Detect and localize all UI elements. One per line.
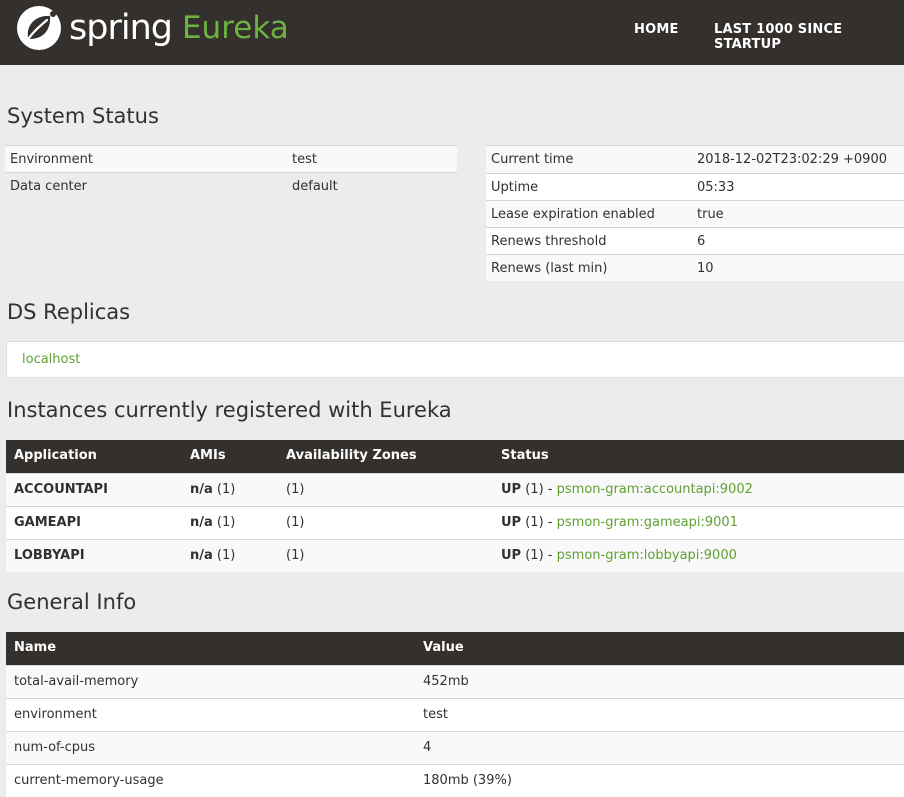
zones-cell: (1) bbox=[286, 515, 305, 530]
table-row: environment test bbox=[6, 698, 904, 731]
info-name: current-memory-usage bbox=[14, 773, 164, 788]
status-count: (1) - bbox=[525, 482, 553, 497]
nav-home-link[interactable]: HOME bbox=[634, 22, 679, 37]
instance-link[interactable]: psmon-gram:accountapi:9002 bbox=[557, 482, 753, 497]
zones-cell: (1) bbox=[286, 548, 305, 563]
instances-heading: Instances currently registered with Eure… bbox=[7, 398, 452, 422]
status-key: Renews threshold bbox=[491, 234, 607, 249]
table-header: Name Value bbox=[6, 632, 904, 665]
status-value: 05:33 bbox=[697, 180, 735, 195]
status-cell: UP (1) - psmon-gram:accountapi:9002 bbox=[501, 482, 753, 497]
info-value: test bbox=[423, 707, 448, 722]
nav-last-1000-link[interactable]: LAST 1000 SINCE STARTUP bbox=[714, 22, 904, 52]
table-row: Lease expiration enabled true bbox=[486, 200, 904, 227]
status-cell: UP (1) - psmon-gram:lobbyapi:9000 bbox=[501, 548, 737, 563]
status-value: test bbox=[292, 152, 317, 167]
info-name: environment bbox=[14, 707, 97, 722]
table-row: Environment test bbox=[5, 145, 457, 172]
column-header-status: Status bbox=[501, 448, 549, 463]
ami-cell: n/a (1) bbox=[190, 515, 235, 530]
status-value: default bbox=[292, 179, 338, 194]
table-row: num-of-cpus 4 bbox=[6, 731, 904, 764]
status-up: UP bbox=[501, 515, 522, 530]
spring-eureka-logo[interactable]: spring Eureka bbox=[16, 5, 289, 51]
column-header-zones: Availability Zones bbox=[286, 448, 417, 463]
general-info-table: Name Value total-avail-memory 452mb envi… bbox=[6, 632, 904, 797]
table-row: LOBBYAPI n/a (1) (1) UP (1) - psmon-gram… bbox=[6, 539, 904, 572]
ami-count: (1) bbox=[216, 548, 236, 563]
status-count: (1) - bbox=[525, 548, 553, 563]
logo-eureka-text: Eureka bbox=[181, 10, 289, 46]
general-info-heading: General Info bbox=[7, 590, 137, 614]
system-status-right-table: Current time 2018-12-02T23:02:29 +0900 U… bbox=[486, 145, 904, 281]
info-name: num-of-cpus bbox=[14, 740, 95, 755]
ami-cell: n/a (1) bbox=[190, 482, 235, 497]
ds-replicas-heading: DS Replicas bbox=[7, 300, 131, 324]
info-value: 452mb bbox=[423, 674, 469, 689]
column-header-value: Value bbox=[423, 640, 464, 655]
instances-body: ACCOUNTAPI n/a (1) (1) UP (1) - psmon-gr… bbox=[6, 473, 904, 572]
status-value: 2018-12-02T23:02:29 +0900 bbox=[697, 152, 887, 167]
ami-cell: n/a (1) bbox=[190, 548, 235, 563]
replica-link-localhost[interactable]: localhost bbox=[22, 352, 80, 367]
status-value: true bbox=[697, 207, 724, 222]
instances-table: Application AMIs Availability Zones Stat… bbox=[6, 440, 904, 572]
ami-count: (1) bbox=[216, 515, 236, 530]
table-row: Data center default bbox=[5, 172, 457, 199]
status-up: UP bbox=[501, 482, 522, 497]
status-value: 6 bbox=[697, 234, 706, 249]
logo-spring-text: spring bbox=[69, 8, 173, 48]
ami-count: (1) bbox=[216, 482, 236, 497]
column-header-name: Name bbox=[14, 640, 57, 655]
table-row: total-avail-memory 452mb bbox=[6, 665, 904, 698]
table-row: Renews threshold 6 bbox=[486, 227, 904, 254]
spring-leaf-icon bbox=[17, 6, 61, 50]
app-name: LOBBYAPI bbox=[14, 548, 85, 563]
table-row: Renews (last min) 10 bbox=[486, 254, 904, 281]
table-row: ACCOUNTAPI n/a (1) (1) UP (1) - psmon-gr… bbox=[6, 473, 904, 506]
column-header-application: Application bbox=[14, 448, 97, 463]
status-key: Lease expiration enabled bbox=[491, 207, 655, 222]
column-header-amis: AMIs bbox=[190, 448, 226, 463]
system-status-left-table: Environment test Data center default bbox=[5, 145, 457, 199]
top-navbar: spring Eureka HOME LAST 1000 SINCE START… bbox=[0, 0, 904, 65]
status-key: Data center bbox=[10, 179, 87, 194]
status-key: Renews (last min) bbox=[491, 261, 608, 276]
zones-cell: (1) bbox=[286, 482, 305, 497]
info-value: 4 bbox=[423, 740, 432, 755]
table-row: GAMEAPI n/a (1) (1) UP (1) - psmon-gram:… bbox=[6, 506, 904, 539]
ami-na: n/a bbox=[190, 548, 213, 563]
table-header: Application AMIs Availability Zones Stat… bbox=[6, 440, 904, 473]
app-name: ACCOUNTAPI bbox=[14, 482, 108, 497]
ds-replicas-list: localhost bbox=[6, 341, 904, 378]
status-cell: UP (1) - psmon-gram:gameapi:9001 bbox=[501, 515, 738, 530]
table-row: current-memory-usage 180mb (39%) bbox=[6, 764, 904, 797]
info-name: total-avail-memory bbox=[14, 674, 139, 689]
status-value: 10 bbox=[697, 261, 714, 276]
instance-link[interactable]: psmon-gram:gameapi:9001 bbox=[557, 515, 738, 530]
status-count: (1) - bbox=[525, 515, 553, 530]
status-key: Environment bbox=[10, 152, 94, 167]
info-value: 180mb (39%) bbox=[423, 773, 512, 788]
ami-na: n/a bbox=[190, 482, 213, 497]
instance-link[interactable]: psmon-gram:lobbyapi:9000 bbox=[557, 548, 737, 563]
status-key: Uptime bbox=[491, 180, 539, 195]
table-row: Current time 2018-12-02T23:02:29 +0900 bbox=[486, 146, 904, 173]
status-key: Current time bbox=[491, 152, 574, 167]
ami-na: n/a bbox=[190, 515, 213, 530]
status-up: UP bbox=[501, 548, 522, 563]
system-status-heading: System Status bbox=[7, 104, 159, 128]
table-row: Uptime 05:33 bbox=[486, 173, 904, 200]
app-name: GAMEAPI bbox=[14, 515, 81, 530]
